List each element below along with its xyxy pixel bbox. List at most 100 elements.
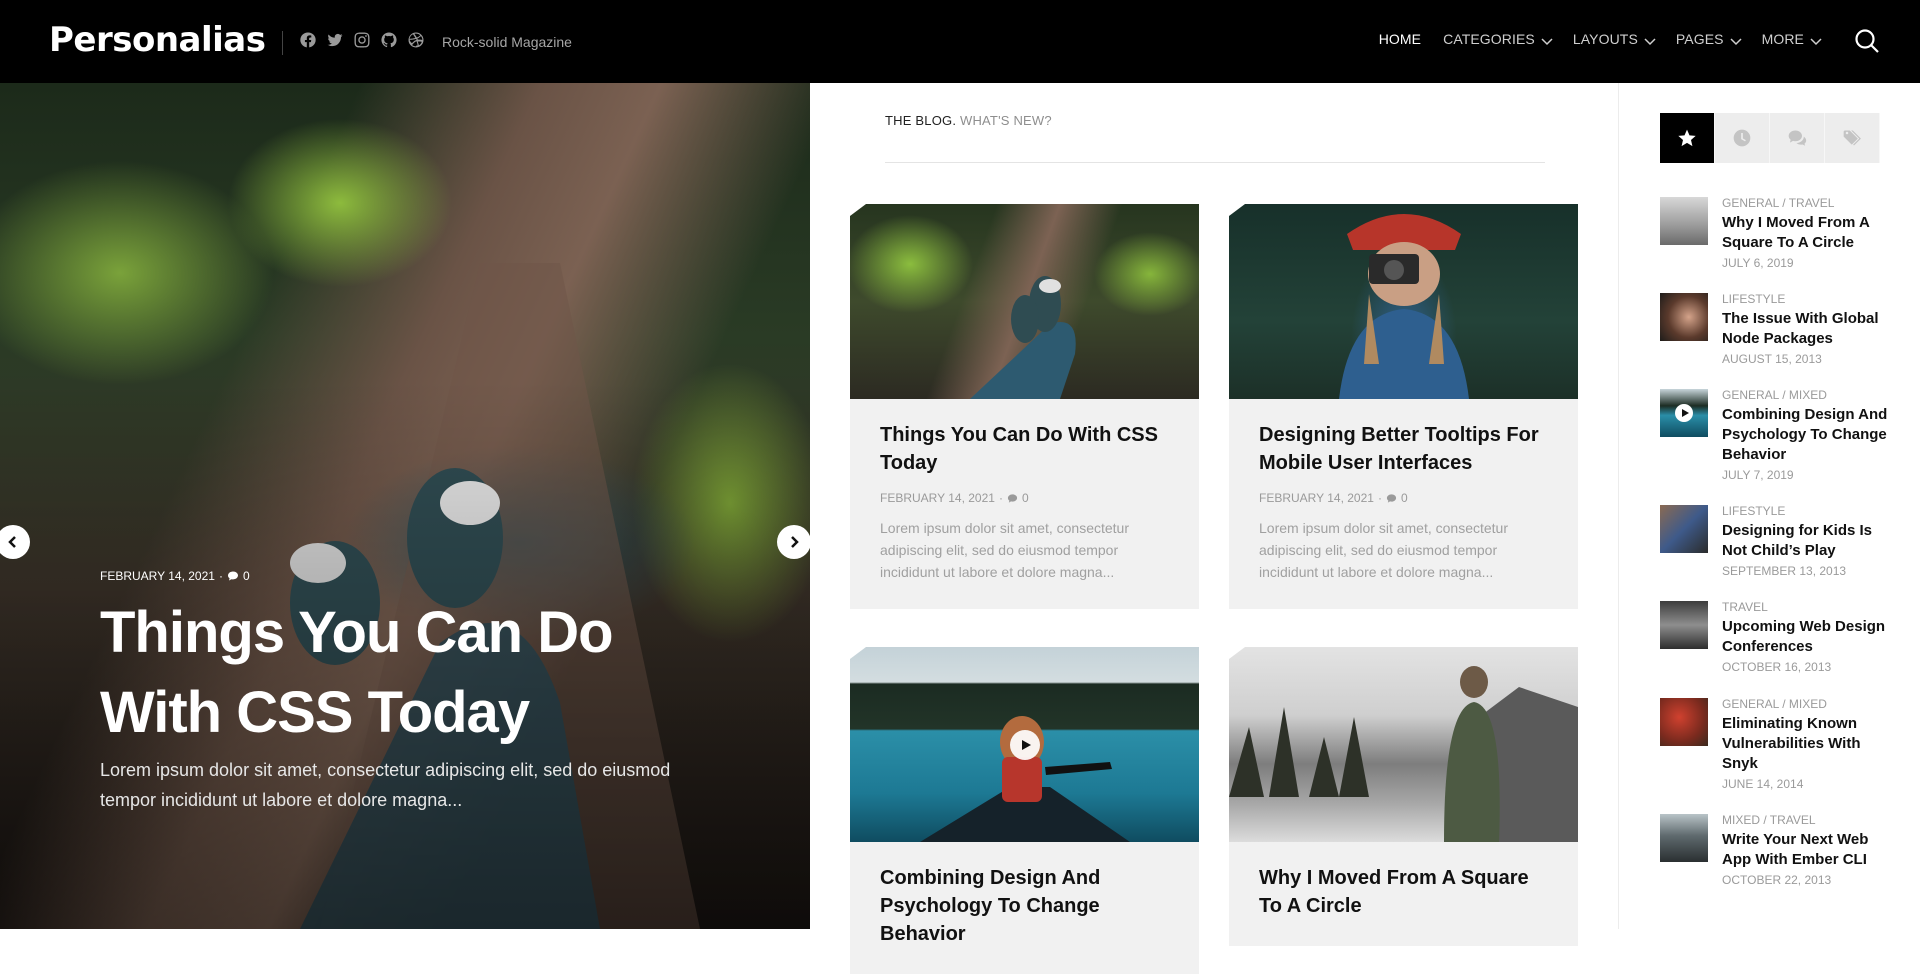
sidebar-post-title[interactable]: Why I Moved From A Square To A Circle — [1722, 213, 1890, 253]
blog-heading-subtitle: WHAT'S NEW? — [959, 113, 1052, 128]
tags-icon — [1843, 130, 1861, 146]
nav-pages[interactable]: PAGES — [1675, 31, 1742, 47]
dribbble-icon[interactable] — [407, 31, 425, 49]
sidebar-post-thumbnail[interactable] — [1660, 293, 1708, 341]
sidebar-post-category[interactable]: GENERAL / MIXED — [1722, 388, 1890, 402]
tab-recent[interactable] — [1715, 113, 1770, 163]
hero-excerpt: Lorem ipsum dolor sit amet, consectetur … — [100, 760, 671, 810]
hero-slider: FEBRUARY 14, 2021 · 0 Things You Can Do … — [0, 83, 810, 929]
sidebar-post-title[interactable]: The Issue With Global Node Packages — [1722, 309, 1890, 349]
nav-home-label: HOME — [1378, 31, 1422, 47]
sidebar-post-thumbnail[interactable] — [1660, 698, 1708, 746]
main-nav: HOME CATEGORIES LAYOUTS PAGES MORE — [1357, 31, 1822, 47]
post-card-body: Things You Can Do With CSS Today FEBRUAR… — [850, 399, 1199, 609]
tab-comments[interactable] — [1770, 113, 1825, 163]
sidebar-post-thumbnail[interactable] — [1660, 197, 1708, 245]
chevron-left-icon — [8, 536, 16, 548]
post-meta: FEBRUARY 14, 2021 · 0 — [1259, 491, 1408, 505]
sidebar-post-title[interactable]: Write Your Next Web App With Ember CLI — [1722, 830, 1890, 870]
post-card: Combining Design And Psychology To Chang… — [850, 647, 1199, 974]
nav-layouts-label: LAYOUTS — [1572, 31, 1638, 47]
nav-pages-label: PAGES — [1675, 31, 1724, 47]
post-card-body: Why I Moved From A Square To A Circle — [1229, 842, 1578, 946]
sidebar-post: GENERAL / TRAVEL Why I Moved From A Squa… — [1660, 196, 1890, 292]
blog-heading-title: THE BLOG. — [885, 113, 957, 128]
nav-home[interactable]: HOME — [1379, 31, 1421, 47]
hero-title[interactable]: Things You Can Do With CSS Today — [100, 593, 660, 753]
post-title[interactable]: Combining Design And Psychology To Chang… — [880, 864, 1169, 948]
sidebar-post-date: SEPTEMBER 13, 2013 — [1722, 564, 1847, 578]
comment-icon — [227, 571, 238, 581]
comment-icon — [1007, 493, 1018, 503]
sidebar-post-date: JULY 6, 2019 — [1722, 256, 1794, 270]
comment-icon — [1386, 493, 1397, 503]
chevron-down-icon — [1541, 33, 1553, 46]
sidebar-post-title[interactable]: Eliminating Known Vulnerabilities With S… — [1722, 714, 1890, 774]
sidebar-post: LIFESTYLE The Issue With Global Node Pac… — [1660, 292, 1890, 388]
slider-next-button[interactable] — [777, 525, 810, 559]
post-date: FEBRUARY 14, 2021 — [880, 491, 995, 505]
post-title[interactable]: Why I Moved From A Square To A Circle — [1259, 864, 1548, 920]
post-comment-count[interactable]: 0 — [1022, 491, 1029, 505]
twitter-icon[interactable] — [326, 31, 344, 49]
post-thumbnail[interactable] — [850, 647, 1199, 842]
comments-icon — [1788, 130, 1807, 146]
sidebar-post-list: GENERAL / TRAVEL Why I Moved From A Squa… — [1660, 196, 1890, 893]
sidebar-post-category[interactable]: LIFESTYLE — [1722, 292, 1890, 306]
post-thumbnail[interactable] — [1229, 647, 1578, 842]
post-thumbnail[interactable] — [1229, 204, 1578, 399]
post-title[interactable]: Designing Better Tooltips For Mobile Use… — [1259, 421, 1548, 477]
sidebar-tabs — [1660, 113, 1880, 163]
sidebar-post-category[interactable]: GENERAL / MIXED — [1722, 697, 1890, 711]
search-icon[interactable] — [1854, 28, 1880, 54]
clock-icon — [1733, 129, 1751, 147]
nav-more[interactable]: MORE — [1762, 31, 1822, 47]
post-title[interactable]: Things You Can Do With CSS Today — [880, 421, 1169, 477]
video-play-button[interactable] — [1675, 404, 1693, 422]
post-card: Things You Can Do With CSS Today FEBRUAR… — [850, 204, 1199, 609]
chevron-down-icon — [1644, 33, 1656, 46]
sidebar-post-category[interactable]: MIXED / TRAVEL — [1722, 813, 1890, 827]
sidebar-post: GENERAL / MIXED Combining Design And Psy… — [1660, 388, 1890, 504]
github-icon[interactable] — [380, 31, 398, 49]
nav-categories[interactable]: CATEGORIES — [1443, 31, 1553, 47]
thumbnail-art — [1339, 214, 1469, 399]
sidebar-post-date: OCTOBER 22, 2013 — [1722, 873, 1832, 887]
sidebar-post: LIFESTYLE Designing for Kids Is Not Chil… — [1660, 504, 1890, 600]
sidebar-post-thumbnail[interactable] — [1660, 601, 1708, 649]
chevron-down-icon — [1730, 33, 1742, 46]
post-card-body: Designing Better Tooltips For Mobile Use… — [1229, 399, 1578, 609]
sidebar-post-title[interactable]: Upcoming Web Design Conferences — [1722, 617, 1890, 657]
sidebar-post: GENERAL / MIXED Eliminating Known Vulner… — [1660, 697, 1890, 813]
sidebar-post-title[interactable]: Designing for Kids Is Not Child’s Play — [1722, 521, 1890, 561]
thumbnail-art — [1229, 666, 1578, 842]
play-icon — [1021, 739, 1031, 750]
post-comment-count[interactable]: 0 — [1401, 491, 1408, 505]
sidebar-post-thumbnail[interactable] — [1660, 389, 1708, 437]
sidebar-post-date: JUNE 14, 2014 — [1722, 777, 1804, 791]
site-logo[interactable]: Personalias — [49, 20, 266, 60]
post-excerpt: Lorem ipsum dolor sit amet, consectetur … — [880, 520, 1129, 580]
tab-tags[interactable] — [1825, 113, 1880, 163]
site-tagline: Rock-solid Magazine — [442, 34, 572, 50]
sidebar-post-date: JULY 7, 2019 — [1722, 468, 1794, 482]
sidebar-post-category[interactable]: LIFESTYLE — [1722, 504, 1890, 518]
sidebar-post-thumbnail[interactable] — [1660, 505, 1708, 553]
sidebar-divider — [1618, 83, 1619, 929]
instagram-icon[interactable] — [353, 31, 371, 49]
post-excerpt: Lorem ipsum dolor sit amet, consectetur … — [1259, 520, 1508, 580]
sidebar-post-category[interactable]: GENERAL / TRAVEL — [1722, 196, 1890, 210]
facebook-icon[interactable] — [299, 31, 317, 49]
sidebar-post-title[interactable]: Combining Design And Psychology To Chang… — [1722, 405, 1890, 465]
hero-comment-count[interactable]: 0 — [243, 569, 250, 583]
post-date: FEBRUARY 14, 2021 — [1259, 491, 1374, 505]
video-play-button[interactable] — [1009, 729, 1040, 760]
post-thumbnail[interactable] — [850, 204, 1199, 399]
hero-meta: FEBRUARY 14, 2021 · 0 — [100, 569, 250, 583]
sidebar-post-category[interactable]: TRAVEL — [1722, 600, 1890, 614]
tab-popular[interactable] — [1660, 113, 1715, 163]
header-divider — [282, 31, 283, 55]
nav-layouts[interactable]: LAYOUTS — [1572, 31, 1656, 47]
sidebar-post-thumbnail[interactable] — [1660, 814, 1708, 862]
chevron-right-icon — [791, 536, 799, 548]
